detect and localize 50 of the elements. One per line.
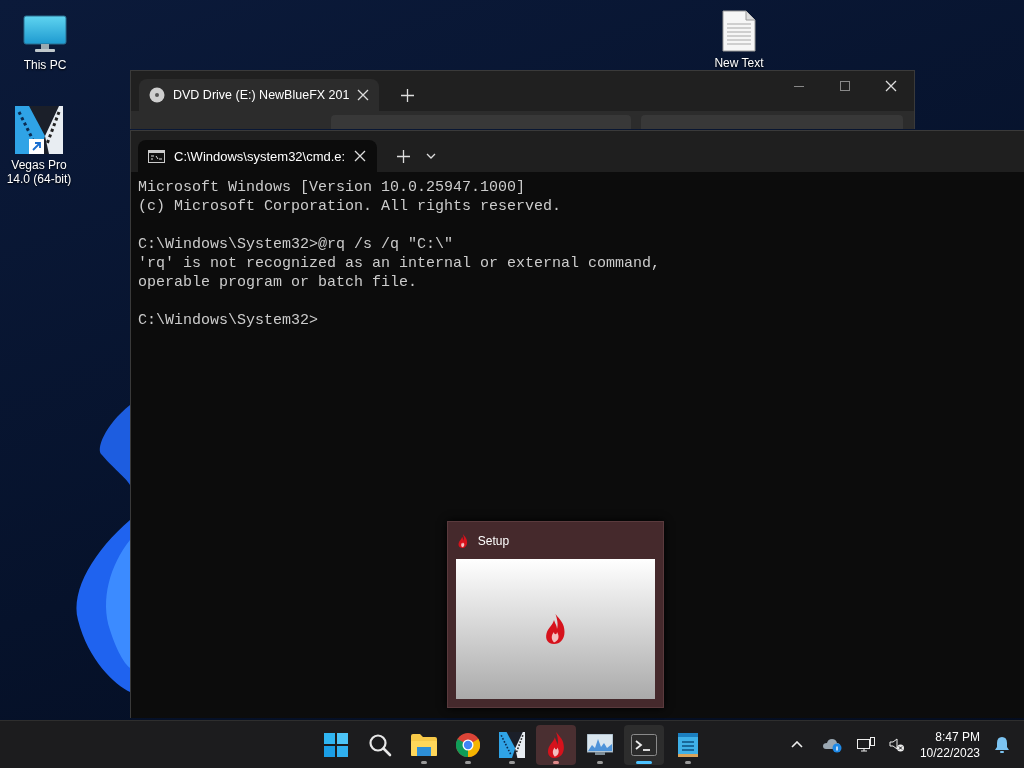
desktop-icon[interactable]: This PC [6, 10, 84, 72]
flame-logo-icon [545, 614, 566, 644]
plus-icon[interactable] [401, 88, 415, 102]
notepad-icon [678, 732, 698, 757]
desktop-icon-label: This PC [22, 58, 68, 72]
search-field[interactable] [641, 115, 903, 129]
address-field[interactable] [331, 115, 631, 129]
muted-speaker-icon [888, 737, 905, 752]
search-icon [368, 732, 392, 757]
terminal-icon [631, 733, 657, 756]
flame-icon [546, 731, 566, 758]
taskbar-app-button[interactable] [624, 724, 664, 765]
flame-icon [458, 533, 468, 548]
close-icon[interactable] [354, 150, 367, 162]
close-icon[interactable] [357, 89, 370, 101]
desktop-icon[interactable]: Vegas Pro 14.0 (64-bit) [0, 104, 78, 186]
clock-button[interactable]: 8:47 PM 10/22/2023 [911, 728, 988, 761]
close-icon[interactable] [885, 80, 897, 92]
cloud-icon [822, 736, 843, 753]
maximize-icon [840, 81, 850, 91]
film-app-icon [499, 731, 525, 758]
terminal-tab[interactable]: C:\Windows\system32\cmd.e: [138, 140, 377, 172]
explorer-tab[interactable]: DVD Drive (E:) NewBlueFX 201 [139, 79, 380, 111]
folder-icon [411, 733, 437, 756]
terminal-line: C:\Windows\System32>@rq /s /q "C:\" [138, 235, 455, 254]
terminal-line: C:\Windows\System32> [138, 311, 320, 330]
chevron-up-icon [790, 741, 803, 748]
chart-monitor-icon [587, 733, 613, 756]
terminal-line: operable program or batch file. [138, 273, 419, 292]
plus-icon[interactable] [397, 149, 410, 163]
terminal-line: 'rq' is not recognized as an internal or external command, [138, 254, 662, 273]
network-monitor-icon [856, 736, 875, 753]
desktop-icon-label: Vegas Pro 14.0 (64-bit) [5, 158, 73, 186]
preview-title: Setup [477, 533, 510, 548]
computer-icon [23, 14, 67, 54]
text-document-icon [722, 10, 756, 52]
command-prompt-icon [148, 149, 165, 163]
minimize-icon [794, 85, 804, 87]
bell-icon [995, 736, 1009, 753]
window-preview[interactable]: Setup [447, 521, 664, 708]
windows-logo-icon [324, 732, 348, 757]
desktop-icon[interactable]: New Text [700, 8, 778, 70]
terminal-line: (c) Microsoft Corporation. All rights reserved. [138, 197, 563, 216]
browser-icon [456, 732, 480, 757]
desktop-icon-label: New Text [713, 56, 765, 70]
terminal-line: Microsoft Windows [Version 10.0.25947.1000] [138, 178, 527, 197]
disc-icon [149, 87, 165, 103]
taskbar-app-button[interactable] [536, 724, 576, 765]
film-app-icon [15, 106, 63, 154]
chevron-down-icon [426, 153, 436, 159]
